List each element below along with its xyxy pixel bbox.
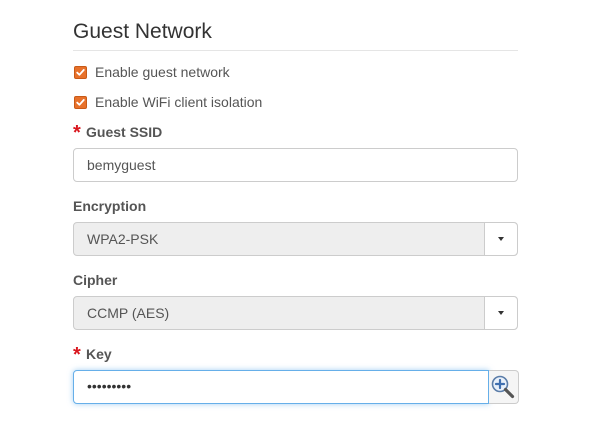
required-marker: * <box>73 122 81 144</box>
guest-ssid-value: bemyguest <box>87 157 156 173</box>
encryption-select[interactable]: WPA2-PSK <box>73 222 518 256</box>
required-marker: * <box>73 344 81 366</box>
encryption-label: Encryption <box>73 198 147 214</box>
key-label-group: * Key <box>73 344 112 366</box>
magnifier-plus-icon <box>491 375 515 399</box>
cipher-value: CCMP (AES) <box>87 305 170 321</box>
reveal-key-button[interactable] <box>489 370 519 404</box>
enable-guest-network-row[interactable]: Enable guest network <box>73 64 230 80</box>
key-masked-value: ••••••••• <box>87 378 132 394</box>
cipher-select[interactable]: CCMP (AES) <box>73 296 518 330</box>
guest-ssid-label-group: * Guest SSID <box>73 122 163 144</box>
client-isolation-row[interactable]: Enable WiFi client isolation <box>73 94 262 110</box>
section-title: Guest Network <box>73 20 212 43</box>
encryption-dropdown-button[interactable] <box>484 223 517 255</box>
caret-down-icon <box>498 237 504 241</box>
cipher-label: Cipher <box>73 272 118 288</box>
checkmark-icon <box>76 68 85 76</box>
title-divider <box>73 50 518 51</box>
client-isolation-checkbox[interactable] <box>74 95 87 109</box>
guest-ssid-input[interactable]: bemyguest <box>73 148 518 182</box>
encryption-value: WPA2-PSK <box>87 231 159 247</box>
guest-ssid-label: Guest SSID <box>86 124 163 140</box>
checkmark-icon <box>76 98 85 106</box>
key-input[interactable]: ••••••••• <box>73 370 489 404</box>
client-isolation-label: Enable WiFi client isolation <box>95 94 263 110</box>
caret-down-icon <box>498 311 504 315</box>
cipher-dropdown-button[interactable] <box>484 297 517 329</box>
enable-guest-network-checkbox[interactable] <box>74 65 87 79</box>
enable-guest-network-label: Enable guest network <box>95 64 230 80</box>
